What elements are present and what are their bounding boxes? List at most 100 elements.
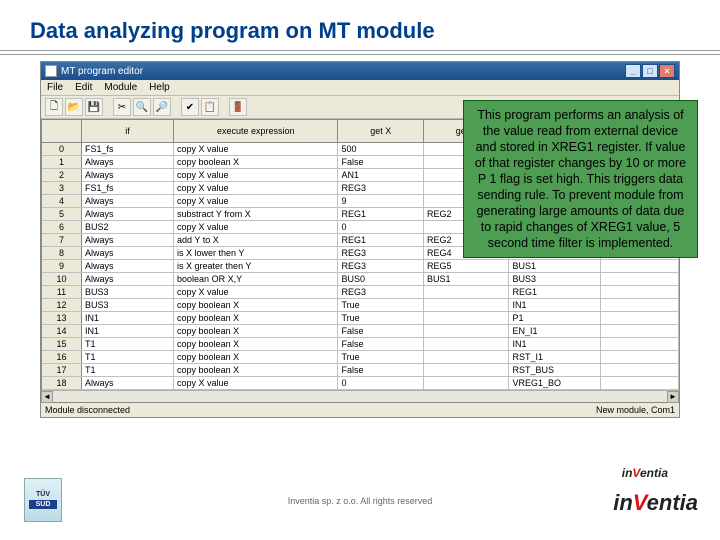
cell[interactable]: BUS2 (81, 220, 173, 233)
cell[interactable]: boolean OR X,Y (174, 272, 338, 285)
menu-file[interactable]: File (47, 82, 63, 93)
minimize-button[interactable]: _ (625, 64, 641, 78)
cell[interactable]: copy X value (174, 142, 338, 155)
cell[interactable]: FS1_fs (81, 142, 173, 155)
cell[interactable] (600, 337, 678, 350)
cell[interactable]: Always (81, 168, 173, 181)
cell[interactable]: EN_I1 (509, 324, 600, 337)
cut-icon[interactable]: ✂ (113, 98, 131, 116)
cell[interactable]: Always (81, 233, 173, 246)
cell[interactable]: 500 (338, 142, 424, 155)
cell[interactable]: copy X value (174, 220, 338, 233)
cell[interactable]: Always (81, 376, 173, 389)
cell[interactable] (600, 259, 678, 272)
cell[interactable]: REG1 (338, 207, 424, 220)
cell[interactable]: BUS1 (509, 259, 600, 272)
cell[interactable]: BUS3 (81, 298, 173, 311)
cell[interactable]: BUS3 (81, 285, 173, 298)
cell[interactable] (600, 298, 678, 311)
table-row[interactable]: 18Alwayscopy X value0VREG1_BO (42, 376, 679, 389)
table-row[interactable]: 14IN1copy boolean XFalseEN_I1 (42, 324, 679, 337)
menu-help[interactable]: Help (149, 82, 170, 93)
cell[interactable]: FS1_fs (81, 181, 173, 194)
cell[interactable]: copy boolean X (174, 298, 338, 311)
cell[interactable] (423, 311, 509, 324)
cell[interactable]: copy X value (174, 285, 338, 298)
cell[interactable]: copy boolean X (174, 311, 338, 324)
table-row[interactable]: 17T1copy boolean XFalseRST_BUS (42, 363, 679, 376)
cell[interactable]: P1 (509, 311, 600, 324)
cell[interactable]: 9 (338, 194, 424, 207)
cell[interactable]: copy boolean X (174, 350, 338, 363)
cell[interactable] (423, 324, 509, 337)
menu-module[interactable]: Module (104, 82, 137, 93)
cell[interactable]: is X lower then Y (174, 246, 338, 259)
search-icon[interactable]: 🔍 (133, 98, 151, 116)
cell[interactable]: T1 (81, 350, 173, 363)
scroll-right-icon[interactable]: ► (667, 391, 679, 403)
save-icon[interactable]: 💾 (85, 98, 103, 116)
cell[interactable] (423, 363, 509, 376)
find-icon[interactable]: 🔎 (153, 98, 171, 116)
cell[interactable]: True (338, 311, 424, 324)
table-row[interactable]: 13IN1copy boolean XTrueP1 (42, 311, 679, 324)
new-icon[interactable]: 🗋 (45, 98, 63, 116)
cell[interactable]: is X greater then Y (174, 259, 338, 272)
cell[interactable]: copy X value (174, 194, 338, 207)
cell[interactable]: Always (81, 272, 173, 285)
cell[interactable] (423, 285, 509, 298)
cell[interactable]: REG3 (338, 181, 424, 194)
cell[interactable] (600, 376, 678, 389)
cell[interactable] (423, 376, 509, 389)
cell[interactable]: copy boolean X (174, 324, 338, 337)
cell[interactable]: AN1 (338, 168, 424, 181)
cell[interactable] (600, 272, 678, 285)
cell[interactable]: copy X value (174, 168, 338, 181)
cell[interactable]: True (338, 350, 424, 363)
cell[interactable] (600, 350, 678, 363)
horizontal-scrollbar[interactable]: ◄ ► (41, 390, 679, 402)
list-icon[interactable]: 📋 (201, 98, 219, 116)
close-button[interactable]: × (659, 64, 675, 78)
cell[interactable]: 0 (338, 376, 424, 389)
cell[interactable]: 0 (338, 220, 424, 233)
cell[interactable]: REG5 (423, 259, 509, 272)
cell[interactable]: add Y to X (174, 233, 338, 246)
cell[interactable]: copy X value (174, 376, 338, 389)
table-row[interactable]: 16T1copy boolean XTrueRST_I1 (42, 350, 679, 363)
cell[interactable]: RST_BUS (509, 363, 600, 376)
cell[interactable]: False (338, 324, 424, 337)
cell[interactable]: BUS0 (338, 272, 424, 285)
cell[interactable]: REG3 (338, 285, 424, 298)
cell[interactable]: REG3 (338, 246, 424, 259)
cell[interactable]: Always (81, 194, 173, 207)
cell[interactable]: RST_I1 (509, 350, 600, 363)
cell[interactable]: IN1 (509, 298, 600, 311)
scroll-left-icon[interactable]: ◄ (41, 391, 53, 403)
exit-icon[interactable]: 🚪 (229, 98, 247, 116)
table-row[interactable]: 15T1copy boolean XFalseIN1 (42, 337, 679, 350)
cell[interactable] (600, 285, 678, 298)
cell[interactable]: copy X value (174, 181, 338, 194)
cell[interactable] (600, 324, 678, 337)
cell[interactable]: REG3 (338, 259, 424, 272)
validate-icon[interactable]: ✔ (181, 98, 199, 116)
open-icon[interactable]: 📂 (65, 98, 83, 116)
table-row[interactable]: 11BUS3copy X valueREG3REG1 (42, 285, 679, 298)
cell[interactable]: copy boolean X (174, 363, 338, 376)
cell[interactable]: False (338, 337, 424, 350)
table-row[interactable]: 9Alwaysis X greater then YREG3REG5BUS1 (42, 259, 679, 272)
cell[interactable] (423, 350, 509, 363)
cell[interactable] (423, 298, 509, 311)
cell[interactable]: VREG1_BO (509, 376, 600, 389)
cell[interactable]: BUS3 (509, 272, 600, 285)
cell[interactable]: Always (81, 207, 173, 220)
cell[interactable]: BUS1 (423, 272, 509, 285)
cell[interactable]: REG1 (338, 233, 424, 246)
cell[interactable]: copy boolean X (174, 155, 338, 168)
cell[interactable]: IN1 (81, 324, 173, 337)
cell[interactable]: False (338, 155, 424, 168)
cell[interactable]: IN1 (509, 337, 600, 350)
cell[interactable] (600, 363, 678, 376)
cell[interactable]: IN1 (81, 311, 173, 324)
